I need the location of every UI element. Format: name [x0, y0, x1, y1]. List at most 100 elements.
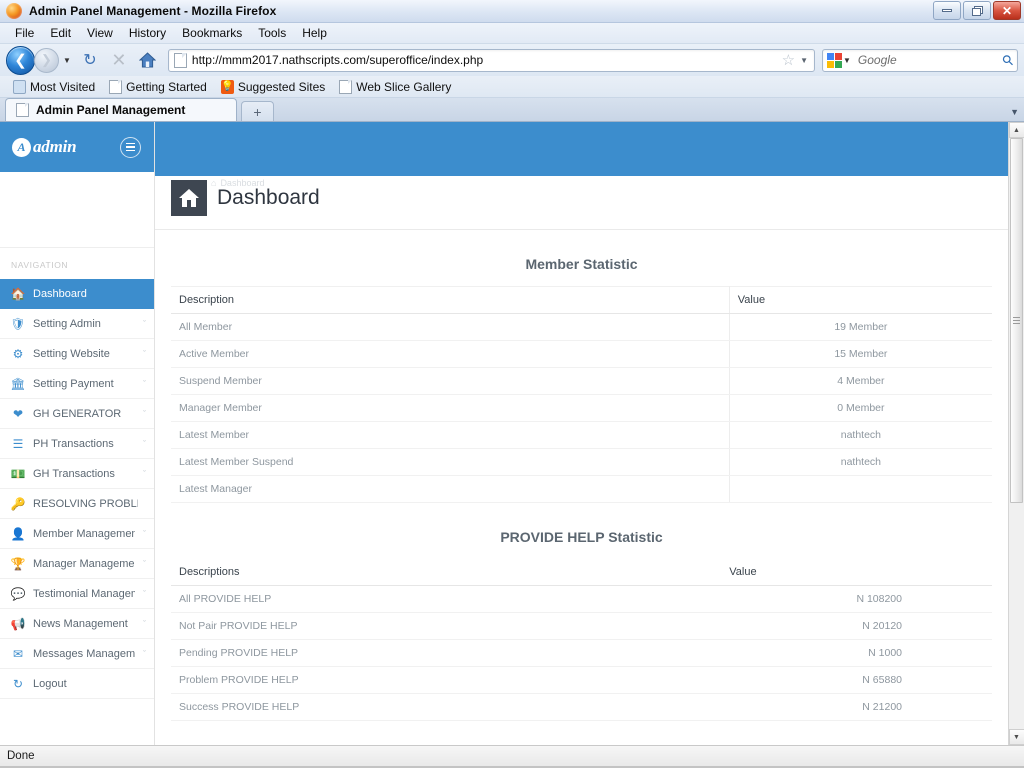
bookmark-suggested-sites[interactable]: 💡 Suggested Sites	[214, 80, 332, 94]
table-row: Active Member 15 Member	[171, 341, 992, 368]
page-icon	[109, 80, 122, 94]
menu-edit[interactable]: Edit	[42, 24, 79, 42]
menu-view[interactable]: View	[79, 24, 121, 42]
cell-description: Success PROVIDE HELP	[171, 694, 729, 721]
trophy-icon: 🏆	[11, 558, 25, 570]
sidebar-user-panel	[0, 172, 154, 248]
new-tab-button[interactable]: +	[241, 101, 274, 121]
sidebar-item-gh-transactions[interactable]: 💵 GH Transactions ˇ	[0, 459, 154, 489]
table-row: All Member 19 Member	[171, 314, 992, 341]
cell-value	[729, 476, 992, 503]
cell-value: 15 Member	[729, 341, 992, 368]
page-header: ⌂ Dashboard Dashboard	[155, 176, 1008, 230]
title-bar: Admin Panel Management - Mozilla Firefox…	[0, 0, 1024, 23]
search-bar[interactable]: ▼ Google ⚲	[822, 49, 1018, 72]
sidebar-toggle-button[interactable]	[120, 137, 141, 158]
table-row: Latest Member Suspend nathtech	[171, 449, 992, 476]
history-dropdown-icon[interactable]: ▼	[63, 56, 71, 65]
sidebar-item-dashboard[interactable]: 🏠 Dashboard	[0, 279, 154, 309]
breadcrumb-item[interactable]: Dashboard	[220, 178, 264, 188]
search-input[interactable]: Google	[858, 53, 1003, 67]
scroll-down-button[interactable]: ▼	[1009, 729, 1024, 745]
bookmarks-toolbar: Most Visited Getting Started 💡 Suggested…	[0, 76, 1024, 98]
table-row: Success PROVIDE HELP N 21200	[171, 694, 992, 721]
sidebar-item-ph-transactions[interactable]: ☰ PH Transactions ˇ	[0, 429, 154, 459]
status-bar: Done	[0, 745, 1024, 766]
page-scrollbar[interactable]: ▲ ▼	[1008, 122, 1024, 745]
cell-description: Latest Manager	[171, 476, 729, 503]
shield-icon: 🛡	[11, 318, 25, 330]
table-row: Latest Manager	[171, 476, 992, 503]
sidebar-item-setting-payment[interactable]: 🏛 Setting Payment ˇ	[0, 369, 154, 399]
chevron-down-icon: ˇ	[143, 529, 146, 539]
sidebar-item-news-management[interactable]: 📢 News Management ˇ	[0, 609, 154, 639]
sidebar-item-testimonial-management[interactable]: 💬 Testimonial Management ˇ	[0, 579, 154, 609]
money-icon: 💵	[11, 468, 25, 480]
section-title-get-help-statistic: GET HELP Statistic	[171, 721, 992, 745]
cell-description: Manager Member	[171, 395, 729, 422]
cell-value: nathtech	[729, 449, 992, 476]
sidebar-item-manager-management[interactable]: 🏆 Manager Management ˇ	[0, 549, 154, 579]
tab-strip: Admin Panel Management + ▼	[0, 98, 1024, 122]
scrollbar-track[interactable]	[1009, 138, 1024, 729]
sidebar-item-label: Setting Payment	[33, 378, 135, 390]
sidebar-item-label: Testimonial Management	[33, 588, 135, 600]
bookmark-label: Getting Started	[126, 80, 207, 94]
address-dropdown-icon[interactable]: ▼	[800, 56, 808, 65]
cell-value: 19 Member	[729, 314, 992, 341]
tab-list-dropdown-icon[interactable]: ▼	[1010, 107, 1019, 117]
sidebar-item-resolving-problem[interactable]: 🔑 RESOLVING PROBLEM	[0, 489, 154, 519]
sidebar-item-label: GH GENERATOR	[33, 408, 135, 420]
sidebar-item-setting-admin[interactable]: 🛡 Setting Admin ˇ	[0, 309, 154, 339]
minimize-button[interactable]	[933, 1, 961, 20]
cell-value: N 21200	[729, 694, 992, 721]
cell-description: Problem PROVIDE HELP	[171, 667, 729, 694]
bookmark-star-icon[interactable]: ☆	[778, 51, 799, 69]
status-text: Done	[7, 750, 35, 762]
scroll-up-button[interactable]: ▲	[1009, 122, 1024, 138]
sidebar-item-logout[interactable]: ↻ Logout	[0, 669, 154, 699]
user-icon: 👤	[11, 528, 25, 540]
sidebar-item-label: Manager Management	[33, 558, 135, 570]
sidebar-item-member-management[interactable]: 👤 Member Management ˇ	[0, 519, 154, 549]
back-button[interactable]: ❮	[6, 46, 35, 75]
stop-icon[interactable]: ✕	[106, 47, 132, 73]
sidebar-item-setting-website[interactable]: ⚙ Setting Website ˇ	[0, 339, 154, 369]
sidebar-item-messages-management[interactable]: ✉ Messages Management ˇ	[0, 639, 154, 669]
menu-tools[interactable]: Tools	[250, 24, 294, 42]
menu-help[interactable]: Help	[294, 24, 335, 42]
menu-file[interactable]: File	[7, 24, 42, 42]
bookmark-web-slice-gallery[interactable]: Web Slice Gallery	[332, 80, 458, 94]
restore-button[interactable]	[963, 1, 991, 20]
main-content: ⌂ Dashboard Dashboard	[155, 122, 1008, 745]
chevron-down-icon: ˇ	[143, 349, 146, 359]
bookmark-getting-started[interactable]: Getting Started	[102, 80, 214, 94]
reload-icon[interactable]: ↻	[77, 47, 103, 73]
scrollbar-thumb[interactable]	[1010, 138, 1023, 503]
cell-value: nathtech	[729, 422, 992, 449]
envelope-icon: ✉	[11, 648, 25, 660]
section-title-provide-help-statistic: PROVIDE HELP Statistic	[171, 503, 992, 559]
search-engine-dropdown-icon[interactable]: ▼	[843, 56, 851, 65]
home-icon: 🏠	[11, 288, 25, 300]
cell-value: N 108200	[729, 586, 992, 613]
bookmark-most-visited[interactable]: Most Visited	[6, 80, 102, 94]
tab-admin-panel-management[interactable]: Admin Panel Management	[5, 98, 237, 121]
forward-button[interactable]: ❯	[34, 48, 59, 73]
page-content: A admin NAVIGATION 🏠 Dashboard	[0, 122, 1024, 745]
bookmark-label: Suggested Sites	[238, 80, 325, 94]
close-button[interactable]: ✕	[993, 1, 1021, 20]
bookmark-label: Web Slice Gallery	[356, 80, 451, 94]
menu-bookmarks[interactable]: Bookmarks	[174, 24, 250, 42]
column-header-descriptions: Descriptions	[171, 559, 729, 586]
breadcrumb: ⌂ Dashboard	[211, 178, 264, 188]
brand-logo[interactable]: A admin	[12, 137, 76, 157]
sidebar-item-gh-generator[interactable]: ❤ GH GENERATOR ˇ	[0, 399, 154, 429]
url-text: http://mmm2017.nathscripts.com/superoffi…	[192, 53, 778, 67]
home-icon[interactable]	[135, 47, 161, 73]
cell-description: Active Member	[171, 341, 729, 368]
menu-history[interactable]: History	[121, 24, 174, 42]
cell-description: Latest Member Suspend	[171, 449, 729, 476]
chevron-down-icon: ˇ	[143, 319, 146, 329]
address-bar[interactable]: http://mmm2017.nathscripts.com/superoffi…	[168, 49, 815, 72]
